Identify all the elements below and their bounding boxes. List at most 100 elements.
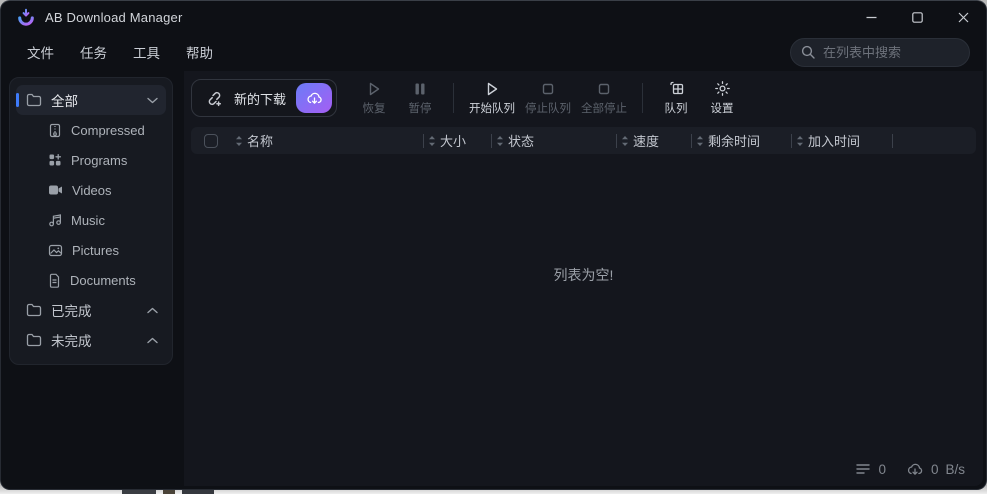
pause-icon: [415, 83, 425, 94]
select-all-checkbox[interactable]: [204, 133, 218, 148]
picture-icon: [48, 244, 63, 257]
empty-list-message: 列表为空!: [553, 267, 614, 283]
gear-icon: [714, 81, 730, 96]
stop-square-icon: [542, 83, 554, 94]
sort-icon: [497, 135, 503, 146]
toolbar: 新的下载 恢复 暂停 开始队列 停止队列 全部停止 队列 设置: [184, 71, 983, 121]
apps-grid-icon: [48, 153, 62, 167]
global-speed-status: 0 B/s: [906, 462, 965, 477]
play-icon: [369, 82, 380, 95]
sidebar-item-pictures[interactable]: Pictures: [16, 235, 166, 265]
title-bar: AB Download Manager: [1, 1, 986, 33]
sort-icon: [236, 135, 242, 146]
sidebar-item-label: Pictures: [72, 242, 119, 258]
column-header-status[interactable]: 状态: [492, 127, 616, 154]
speed-unit: B/s: [945, 461, 965, 477]
chevron-up-icon[interactable]: [147, 307, 158, 314]
search-input[interactable]: [823, 44, 959, 60]
toolbar-separator: [642, 83, 644, 113]
toolbar-separator: [453, 83, 455, 113]
window-controls: [848, 1, 986, 33]
link-plus-icon: [208, 91, 222, 106]
column-label: 名称: [247, 134, 274, 149]
menu-bar: 文件 任务 工具 帮助: [1, 33, 986, 71]
sidebar-item-music[interactable]: Music: [16, 205, 166, 235]
folder-icon: [26, 303, 42, 317]
column-header-name[interactable]: 名称: [231, 127, 423, 154]
downloads-list-icon: [856, 464, 871, 474]
window-title: AB Download Manager: [45, 9, 183, 25]
minimize-button[interactable]: [848, 1, 894, 33]
toolbar-button-stop-all[interactable]: 全部停止: [576, 76, 632, 120]
menu-item-file[interactable]: 文件: [27, 42, 54, 62]
active-downloads-status: 0: [855, 462, 886, 477]
sidebar-item-label: 已完成: [51, 304, 92, 319]
search-icon: [801, 45, 815, 59]
toolbar-button-label: 开始队列: [469, 102, 516, 115]
quick-download-button[interactable]: [296, 83, 333, 113]
app-logo-icon: [18, 8, 34, 26]
toolbar-button-label: 队列: [664, 103, 688, 115]
menu-item-help[interactable]: 帮助: [186, 42, 213, 62]
toolbar-button-resume[interactable]: 恢复: [351, 76, 397, 120]
sort-icon: [697, 135, 703, 146]
speed-value: 0: [930, 461, 939, 477]
toolbar-button-stop-queue[interactable]: 停止队列: [520, 76, 576, 120]
column-header-added-time[interactable]: 加入时间: [792, 127, 892, 154]
new-download-button[interactable]: 新的下载: [191, 79, 338, 117]
folder-icon: [26, 333, 42, 347]
toolbar-button-start-queue[interactable]: 开始队列: [464, 76, 520, 120]
selection-accent-bar: [16, 93, 19, 107]
toolbar-button-label: 暂停: [408, 102, 432, 115]
sidebar-item-videos[interactable]: Videos: [16, 175, 166, 205]
sort-icon: [622, 135, 628, 146]
video-camera-icon: [48, 184, 63, 196]
active-downloads-count: 0: [878, 461, 886, 477]
sidebar-item-label: Documents: [70, 272, 136, 288]
play-icon: [487, 82, 498, 95]
toolbar-button-label: 全部停止: [581, 102, 628, 115]
stop-square-icon: [598, 83, 610, 94]
sidebar-item-unfinished[interactable]: 未完成: [16, 325, 166, 355]
close-button[interactable]: [940, 1, 986, 33]
toolbar-button-pause[interactable]: 暂停: [397, 76, 443, 120]
toolbar-button-settings[interactable]: 设置: [699, 76, 745, 120]
toolbar-button-label: 设置: [710, 103, 734, 115]
sidebar-item-label: Videos: [72, 182, 112, 198]
chevron-down-icon[interactable]: [147, 97, 158, 104]
column-label: 状态: [508, 134, 535, 149]
document-icon: [48, 273, 61, 288]
cloud-download-icon: [306, 92, 322, 104]
sidebar-item-finished[interactable]: 已完成: [16, 295, 166, 325]
status-bar: 0 0 B/s: [184, 452, 983, 486]
maximize-button[interactable]: [894, 1, 940, 33]
column-header-speed[interactable]: 速度: [617, 127, 691, 154]
cloud-download-icon: [907, 463, 923, 475]
search-box[interactable]: [790, 37, 970, 67]
sidebar-item-compressed[interactable]: Compressed: [16, 115, 166, 145]
download-list: 列表为空!: [184, 154, 983, 452]
app-window: AB Download Manager 文件 任务 工具 帮助 在列表中搜索 新…: [0, 0, 987, 490]
column-separator[interactable]: [892, 133, 893, 148]
menu-item-tools[interactable]: 工具: [133, 42, 160, 62]
table-header: 名称 大小 状态 速度 剩余时间 加入时间: [191, 127, 976, 154]
chevron-up-icon[interactable]: [147, 337, 158, 344]
main-area: 新的下载 恢复 暂停 开始队列 停止队列 全部停止 队列 设置 名称 大小 状态…: [184, 71, 983, 486]
sidebar-item-label: 未完成: [51, 334, 92, 349]
sidebar-item-label: Music: [71, 212, 105, 228]
sidebar-item-label: Programs: [71, 152, 128, 168]
column-header-size[interactable]: 大小: [424, 127, 491, 154]
sidebar-item-all[interactable]: 全部: [16, 85, 166, 115]
menu-item-tasks[interactable]: 任务: [80, 42, 107, 62]
new-download-label: 新的下载: [234, 91, 287, 107]
sidebar-item-label: 全部: [51, 94, 78, 109]
toolbar-button-label: 停止队列: [525, 102, 572, 115]
music-note-icon: [48, 213, 62, 227]
toolbar-button-queues[interactable]: 队列: [653, 76, 699, 120]
sidebar-item-documents[interactable]: Documents: [16, 265, 166, 295]
sidebar-item-programs[interactable]: Programs: [16, 145, 166, 175]
column-label: 速度: [633, 134, 660, 149]
folder-icon: [26, 93, 42, 107]
queue-grid-icon: [669, 81, 683, 95]
column-header-remaining-time[interactable]: 剩余时间: [692, 127, 791, 154]
